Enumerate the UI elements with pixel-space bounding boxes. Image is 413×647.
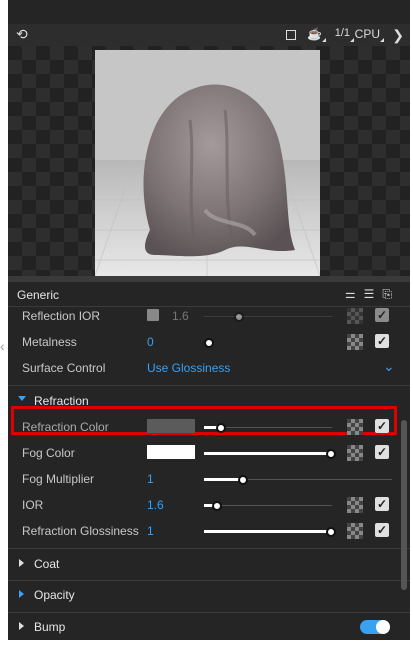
refraction-glossiness-row: Refraction Glossiness 1 ✓ bbox=[8, 518, 410, 544]
fog-color-label: Fog Color bbox=[22, 446, 75, 460]
panel-title: Generic bbox=[17, 288, 60, 302]
opacity-section-header[interactable]: Opacity bbox=[8, 582, 410, 608]
list-icon[interactable]: ☰ bbox=[364, 287, 383, 301]
section-divider bbox=[8, 580, 410, 581]
chevron-right-icon[interactable]: ❯ bbox=[392, 27, 404, 44]
refraction-color-label: Refraction Color bbox=[22, 420, 109, 434]
refraction-glossiness-slider-fill[interactable] bbox=[204, 530, 328, 533]
preview-viewport bbox=[8, 46, 410, 276]
ior-label: IOR bbox=[22, 498, 44, 512]
ior-slider-knob[interactable] bbox=[212, 501, 222, 511]
expand-right-icon[interactable] bbox=[19, 590, 24, 598]
metalness-row: Metalness 0 ✓ bbox=[8, 329, 410, 355]
teapot-icon[interactable]: ☕ bbox=[307, 27, 322, 41]
expand-down-icon[interactable] bbox=[18, 396, 26, 401]
ior-value[interactable]: 1.6 bbox=[147, 498, 164, 512]
refraction-glossiness-checkbox[interactable]: ✓ bbox=[375, 523, 389, 537]
toggle-knob bbox=[376, 620, 390, 634]
refraction-color-row: Refraction Color ✓ bbox=[8, 414, 410, 440]
fog-color-slider-knob[interactable] bbox=[326, 449, 336, 459]
material-editor-window: ⟲ ☕ 1/1 CPU ❯ Generic ⚌☰⎘ Reflection IOR… bbox=[8, 0, 410, 640]
collapse-left-icon[interactable]: ‹ bbox=[0, 338, 5, 354]
bump-toggle[interactable] bbox=[360, 620, 390, 634]
surface-control-row: Surface Control Use Glossiness ⌄ bbox=[8, 355, 410, 381]
fog-multiplier-label: Fog Multiplier bbox=[22, 472, 95, 486]
teapot-dropdown-icon[interactable] bbox=[322, 38, 326, 42]
metalness-slider-knob[interactable] bbox=[204, 338, 214, 348]
fog-color-row: Fog Color ✓ bbox=[8, 440, 410, 466]
texture-slot-icon[interactable] bbox=[347, 523, 363, 539]
reflection-ior-slider-track[interactable] bbox=[204, 316, 332, 317]
engine-dropdown-icon[interactable] bbox=[380, 38, 384, 42]
panel-scrollbar[interactable] bbox=[401, 420, 407, 590]
refraction-glossiness-label: Refraction Glossiness bbox=[22, 524, 139, 538]
surface-control-dropdown[interactable]: Use Glossiness bbox=[147, 361, 230, 375]
refraction-color-swatch[interactable] bbox=[147, 419, 195, 433]
refraction-color-checkbox[interactable]: ✓ bbox=[375, 419, 389, 433]
fog-color-slider-fill[interactable] bbox=[204, 452, 328, 455]
layers-icon[interactable]: ⎘ bbox=[382, 287, 400, 301]
ior-slider-track[interactable] bbox=[204, 505, 332, 506]
fog-multiplier-slider-knob[interactable] bbox=[238, 475, 248, 485]
texture-slot-icon[interactable] bbox=[347, 445, 363, 461]
fog-color-swatch[interactable] bbox=[147, 445, 195, 459]
coat-section-title[interactable]: Coat bbox=[34, 557, 59, 571]
expand-right-icon[interactable] bbox=[19, 559, 24, 567]
texture-slot-icon[interactable] bbox=[347, 334, 363, 350]
fog-multiplier-value[interactable]: 1 bbox=[147, 472, 154, 486]
ior-row: IOR 1.6 ✓ bbox=[8, 492, 410, 518]
ratio-dropdown-icon[interactable] bbox=[350, 38, 354, 42]
material-preview-image bbox=[95, 50, 320, 276]
refraction-glossiness-slider-knob[interactable] bbox=[326, 527, 336, 537]
chevron-down-icon[interactable]: ⌄ bbox=[383, 358, 395, 375]
lock-checkbox[interactable] bbox=[147, 309, 159, 321]
texture-slot-icon[interactable] bbox=[347, 308, 363, 324]
sliders-icon[interactable]: ⚌ bbox=[345, 287, 364, 301]
metalness-label: Metalness bbox=[22, 335, 77, 349]
opacity-section-title[interactable]: Opacity bbox=[34, 588, 75, 602]
reflection-ior-value[interactable]: 1.6 bbox=[172, 309, 189, 323]
refraction-color-slider-knob[interactable] bbox=[216, 423, 226, 433]
properties-panel: Generic ⚌☰⎘ Reflection IOR 1.6 ✓ Metalne… bbox=[8, 282, 410, 640]
vray-logo-icon[interactable]: ⟲ bbox=[16, 26, 28, 43]
surface-control-label: Surface Control bbox=[22, 361, 106, 375]
resolution-ratio[interactable]: 1/1 bbox=[335, 27, 350, 39]
bump-section-title[interactable]: Bump bbox=[34, 620, 65, 634]
metalness-checkbox[interactable]: ✓ bbox=[375, 334, 389, 348]
refraction-glossiness-value[interactable]: 1 bbox=[147, 524, 154, 538]
fog-multiplier-row: Fog Multiplier 1 bbox=[8, 466, 410, 492]
render-engine-cpu[interactable]: CPU bbox=[355, 27, 380, 41]
section-divider bbox=[8, 548, 410, 549]
section-divider bbox=[8, 612, 410, 613]
section-divider bbox=[8, 385, 410, 386]
region-render-icon[interactable] bbox=[286, 30, 296, 40]
expand-right-icon[interactable] bbox=[19, 622, 24, 630]
texture-slot-icon[interactable] bbox=[347, 497, 363, 513]
reflection-ior-slider-knob[interactable] bbox=[234, 312, 244, 322]
bump-section-header[interactable]: Bump bbox=[8, 614, 410, 640]
panel-header-icons: ⚌☰⎘ bbox=[345, 287, 400, 302]
metalness-value[interactable]: 0 bbox=[147, 335, 154, 349]
reflection-ior-label: Reflection IOR bbox=[22, 309, 101, 323]
reflection-ior-row: Reflection IOR 1.6 ✓ bbox=[8, 303, 410, 329]
fog-color-checkbox[interactable]: ✓ bbox=[375, 445, 389, 459]
reflection-ior-checkbox[interactable]: ✓ bbox=[375, 308, 389, 322]
coat-section-header[interactable]: Coat bbox=[8, 551, 410, 577]
toolbar: ⟲ ☕ 1/1 CPU ❯ bbox=[8, 24, 410, 46]
fog-multiplier-slider-fill bbox=[204, 478, 240, 481]
texture-slot-icon[interactable] bbox=[347, 419, 363, 435]
ior-checkbox[interactable]: ✓ bbox=[375, 497, 389, 511]
